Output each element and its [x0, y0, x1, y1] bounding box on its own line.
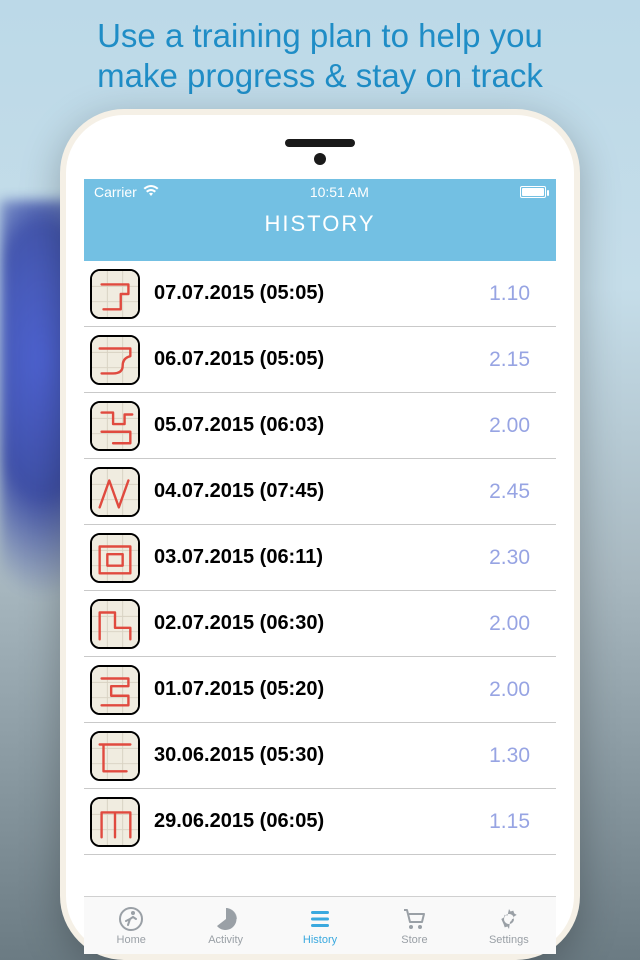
phone-frame: Carrier 10:51 AM HISTORY 07.07.2015 (05:… [60, 109, 580, 960]
tab-settings[interactable]: Settings [462, 897, 556, 954]
history-distance: 2.30 [489, 546, 548, 570]
history-date: 04.07.2015 (07:45) [140, 480, 489, 503]
history-distance: 2.45 [489, 480, 548, 504]
tab-history[interactable]: History [273, 897, 367, 954]
battery-icon [520, 186, 546, 198]
history-row[interactable]: 30.06.2015 (05:30)1.30 [84, 723, 556, 789]
status-bar: Carrier 10:51 AM [84, 179, 556, 205]
history-distance: 1.15 [489, 810, 548, 834]
tab-activity[interactable]: Activity [178, 897, 272, 954]
route-thumbnail [90, 731, 140, 781]
history-row[interactable]: 03.07.2015 (06:11)2.30 [84, 525, 556, 591]
history-distance: 1.10 [489, 282, 548, 306]
history-row[interactable]: 06.07.2015 (05:05)2.15 [84, 327, 556, 393]
route-thumbnail [90, 797, 140, 847]
history-row[interactable]: 05.07.2015 (06:03)2.00 [84, 393, 556, 459]
route-thumbnail [90, 467, 140, 517]
status-time: 10:51 AM [310, 184, 369, 200]
phone-screen: Carrier 10:51 AM HISTORY 07.07.2015 (05:… [84, 179, 556, 954]
promo-tagline: Use a training plan to help you make pro… [0, 0, 640, 101]
tab-history-icon [307, 906, 333, 932]
tab-label: Settings [489, 934, 529, 946]
history-distance: 2.00 [489, 612, 548, 636]
history-distance: 2.15 [489, 348, 548, 372]
screen-header: HISTORY [84, 205, 556, 261]
route-thumbnail [90, 599, 140, 649]
tab-bar: Home Activity History Store Settings [84, 896, 556, 954]
history-distance: 1.30 [489, 744, 548, 768]
tab-home[interactable]: Home [84, 897, 178, 954]
carrier-label: Carrier [94, 184, 137, 200]
history-date: 30.06.2015 (05:30) [140, 744, 489, 767]
route-thumbnail [90, 401, 140, 451]
history-date: 03.07.2015 (06:11) [140, 546, 489, 569]
history-date: 02.07.2015 (06:30) [140, 612, 489, 635]
history-date: 07.07.2015 (05:05) [140, 282, 489, 305]
tab-label: Activity [208, 934, 243, 946]
tab-settings-icon [496, 906, 522, 932]
wifi-icon [143, 184, 159, 200]
tab-home-icon [118, 906, 144, 932]
route-thumbnail [90, 533, 140, 583]
history-date: 01.07.2015 (05:20) [140, 678, 489, 701]
history-distance: 2.00 [489, 414, 548, 438]
tab-activity-icon [213, 906, 239, 932]
tab-label: Home [117, 934, 146, 946]
history-row[interactable]: 29.06.2015 (06:05)1.15 [84, 789, 556, 855]
history-row[interactable]: 01.07.2015 (05:20)2.00 [84, 657, 556, 723]
history-row[interactable]: 04.07.2015 (07:45)2.45 [84, 459, 556, 525]
history-row[interactable]: 02.07.2015 (06:30)2.00 [84, 591, 556, 657]
screen-title: HISTORY [265, 211, 376, 237]
tagline-line-2: make progress & stay on track [97, 57, 543, 94]
tagline-line-1: Use a training plan to help you [97, 17, 543, 54]
history-date: 06.07.2015 (05:05) [140, 348, 489, 371]
promo-background: Use a training plan to help you make pro… [0, 0, 640, 960]
route-thumbnail [90, 665, 140, 715]
route-thumbnail [90, 269, 140, 319]
phone-body: Carrier 10:51 AM HISTORY 07.07.2015 (05:… [66, 115, 574, 954]
history-list[interactable]: 07.07.2015 (05:05)1.1006.07.2015 (05:05)… [84, 261, 556, 896]
route-thumbnail [90, 335, 140, 385]
tab-label: History [303, 934, 337, 946]
history-date: 29.06.2015 (06:05) [140, 810, 489, 833]
tab-label: Store [401, 934, 427, 946]
history-date: 05.07.2015 (06:03) [140, 414, 489, 437]
tab-store-icon [401, 906, 427, 932]
history-distance: 2.00 [489, 678, 548, 702]
tab-store[interactable]: Store [367, 897, 461, 954]
history-row[interactable]: 07.07.2015 (05:05)1.10 [84, 261, 556, 327]
